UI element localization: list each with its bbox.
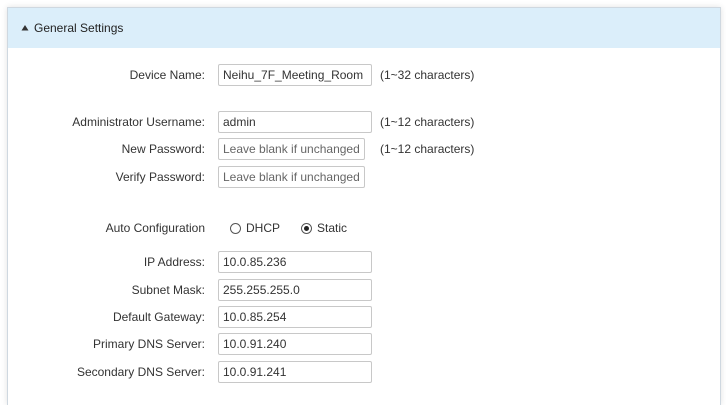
secondary-dns-row: Secondary DNS Server: 10.0.91.241: [8, 361, 708, 383]
verify-password-label: Verify Password:: [115, 170, 205, 184]
admin-username-input[interactable]: admin: [218, 111, 372, 133]
static-radio-label: Static: [317, 221, 348, 235]
subnet-mask-label: Subnet Mask:: [131, 283, 205, 297]
static-radio-circle[interactable]: [301, 222, 312, 234]
default-gateway-row: Default Gateway: 10.0.85.254: [8, 306, 708, 328]
ip-address-row: IP Address: 10.0.85.236: [8, 251, 708, 273]
primary-dns-row: Primary DNS Server: 10.0.91.240: [8, 333, 708, 355]
default-gateway-label: Default Gateway:: [112, 310, 205, 324]
auto-configuration-label: Auto Configuration: [105, 221, 205, 235]
new-password-input[interactable]: Leave blank if unchanged: [218, 138, 365, 160]
device-name-input[interactable]: Neihu_7F_Meeting_Room: [218, 64, 372, 86]
collapse-triangle-icon[interactable]: [18, 21, 32, 35]
dhcp-radio-circle[interactable]: [230, 222, 241, 234]
new-password-label: New Password:: [121, 142, 205, 156]
device-name-row: Device Name: Neihu_7F_Meeting_Room (1~32…: [8, 64, 708, 86]
primary-dns-label: Primary DNS Server:: [92, 337, 205, 351]
subnet-mask-input[interactable]: 255.255.255.0: [218, 279, 372, 301]
admin-username-row: Administrator Username: admin (1~12 char…: [8, 111, 708, 133]
panel-title: General Settings: [34, 21, 124, 35]
device-name-hint: (1~32 characters): [380, 68, 475, 82]
verify-password-input[interactable]: Leave blank if unchanged: [218, 166, 365, 188]
secondary-dns-input[interactable]: 10.0.91.241: [218, 361, 372, 383]
device-name-label: Device Name:: [129, 68, 205, 82]
general-settings-panel: General Settings Device Name: Neihu_7F_M…: [7, 7, 721, 405]
panel-header[interactable]: General Settings: [8, 8, 720, 48]
ip-address-input[interactable]: 10.0.85.236: [218, 251, 372, 273]
new-password-row: New Password: Leave blank if unchanged (…: [8, 138, 708, 160]
subnet-mask-row: Subnet Mask: 255.255.255.0: [8, 279, 708, 301]
primary-dns-input[interactable]: 10.0.91.240: [218, 333, 372, 355]
admin-username-hint: (1~12 characters): [380, 115, 475, 129]
dhcp-radio[interactable]: DHCP: [230, 217, 280, 239]
admin-username-label: Administrator Username:: [72, 115, 205, 129]
auto-configuration-row: Auto Configuration DHCP Static: [8, 217, 708, 239]
ip-address-label: IP Address:: [143, 255, 205, 269]
default-gateway-input[interactable]: 10.0.85.254: [218, 306, 372, 328]
secondary-dns-label: Secondary DNS Server:: [76, 365, 205, 379]
static-radio[interactable]: Static: [301, 217, 347, 239]
dhcp-radio-label: DHCP: [246, 221, 281, 235]
verify-password-row: Verify Password: Leave blank if unchange…: [8, 166, 708, 188]
new-password-hint: (1~12 characters): [380, 142, 475, 156]
